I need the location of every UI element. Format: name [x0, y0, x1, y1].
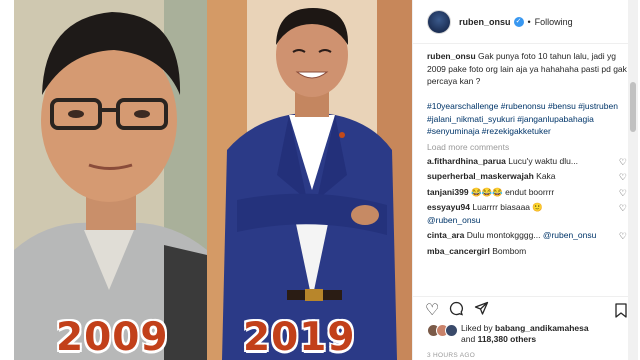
comment-heart-icon[interactable]: ♡ [619, 230, 627, 243]
liked-by-user[interactable]: babang_andikamahesa [495, 323, 589, 333]
comment-text: Bombom [492, 245, 527, 256]
person-2009-illustration [14, 0, 207, 360]
share-icon[interactable] [474, 301, 489, 320]
comment-text: 😂😂😂 endut boorrrr [470, 186, 555, 197]
post-caption: ruben_onsu Gak punya foto 10 tahun lalu,… [427, 50, 627, 138]
comment-username[interactable]: essyayu94 [427, 202, 470, 212]
year-label-2019: 2019 [243, 315, 356, 360]
caption-hashtags[interactable]: #10yearschallenge #rubenonsu #bensu #jus… [427, 101, 618, 136]
comment-item: superherbal_maskerwajah Kaka ♡ [427, 170, 627, 183]
comment-item: cinta_ara Dulu montokgggg... @ruben_onsu… [427, 229, 627, 242]
comment-text: Luarrrr biasaaa 🙂 [472, 202, 543, 212]
comment-username[interactable]: mba_cancergirl [427, 246, 490, 256]
comment-item: tanjani399 😂😂😂 endut boorrrr ♡ [427, 186, 627, 199]
liker-avatar[interactable] [445, 324, 458, 337]
comment-username[interactable]: a.fithardhina_parua [427, 156, 506, 166]
comment-mention[interactable]: @ruben_onsu [543, 230, 597, 240]
year-label-2009: 2009 [56, 315, 169, 360]
person-2019-illustration [207, 0, 412, 360]
comment-heart-icon[interactable]: ♡ [619, 202, 627, 215]
likes-text: Liked by babang_andikamahesa and 118,380… [461, 323, 589, 345]
likes-summary: Liked by babang_andikamahesa and 118,380… [427, 323, 633, 345]
comment-heart-icon[interactable]: ♡ [619, 156, 627, 169]
comment-username[interactable]: superherbal_maskerwajah [427, 171, 534, 181]
post-actions-bar: ♡ [413, 296, 633, 324]
likes-count[interactable]: 118,380 others [478, 334, 537, 344]
avatar[interactable] [427, 9, 451, 34]
comment-item: essyayu94 Luarrrr biasaaa 🙂 @ruben_onsu … [427, 201, 627, 226]
header-separator: • [527, 16, 531, 27]
comment-text: Kaka [536, 171, 556, 181]
load-more-comments-button[interactable]: Load more comments [427, 142, 627, 152]
comment-mention[interactable]: @ruben_onsu [427, 215, 481, 225]
comment-username[interactable]: cinta_ara [427, 230, 464, 240]
verified-badge-icon: ✓ [513, 16, 524, 27]
post-timestamp[interactable]: 3 HOURS AGO [427, 352, 475, 359]
heart-icon[interactable]: ♡ [425, 302, 439, 319]
liked-by-prefix: Liked by [461, 323, 493, 333]
comment-heart-icon[interactable]: ♡ [619, 187, 627, 200]
post-header: ruben_onsu ✓ • Following [413, 0, 633, 44]
comment-username[interactable]: tanjani399 [427, 187, 469, 197]
post-sidebar: ruben_onsu ✓ • Following ruben_onsu Gak … [412, 0, 640, 360]
post-image[interactable]: 2009 2019 [14, 0, 412, 360]
comments-area: ruben_onsu Gak punya foto 10 tahun lalu,… [427, 50, 627, 295]
comment-icon[interactable] [449, 301, 464, 320]
scrollbar-thumb[interactable] [630, 82, 636, 132]
comment-heart-icon[interactable]: ♡ [619, 171, 627, 184]
comment-text: Lucu'y waktu dlu... [508, 155, 578, 166]
liked-by-and: and [461, 334, 476, 344]
photo-2019: 2019 [207, 0, 412, 360]
photo-2009: 2009 [14, 0, 207, 360]
comment-item: mba_cancergirl Bombom [427, 245, 627, 258]
following-button[interactable]: Following [535, 17, 573, 27]
header-username[interactable]: ruben_onsu [459, 17, 511, 27]
comment-item: a.fithardhina_parua Lucu'y waktu dlu... … [427, 155, 627, 168]
caption-username[interactable]: ruben_onsu [427, 51, 476, 61]
bookmark-icon[interactable] [615, 303, 627, 322]
liker-avatars [427, 324, 458, 338]
page-scrollbar[interactable] [628, 0, 638, 360]
comment-text: Dulu montokgggg... [466, 230, 541, 240]
